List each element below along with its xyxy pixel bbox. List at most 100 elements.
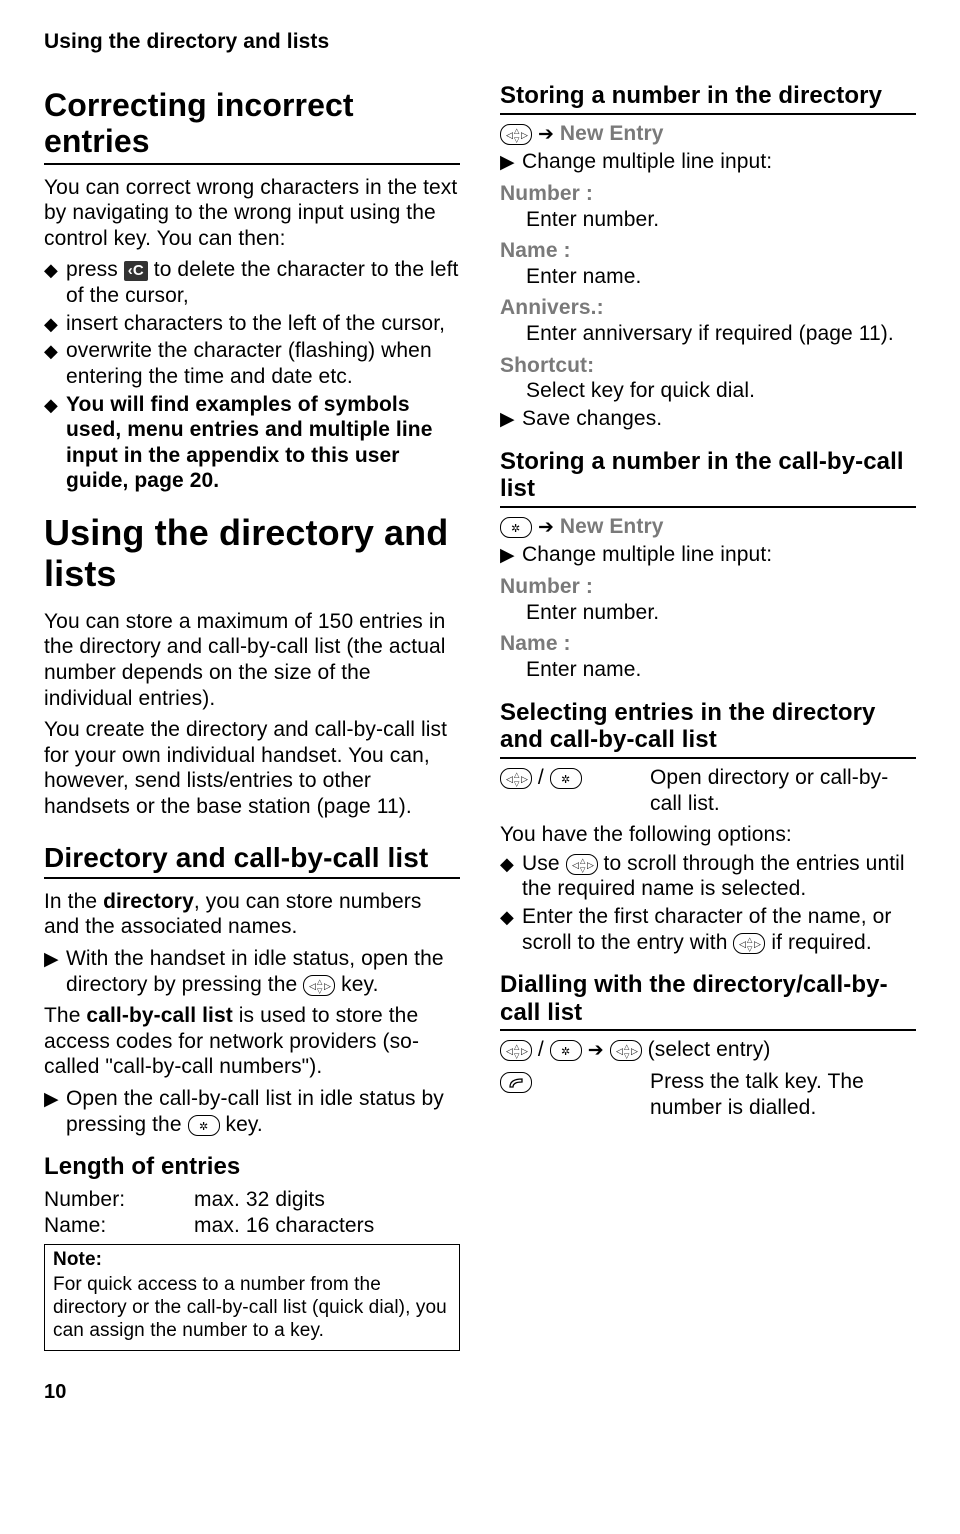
field-anniv-value: Enter anniversary if required (page 11).	[500, 321, 916, 347]
svg-text:✲: ✲	[199, 1121, 208, 1133]
field-name-value: Enter name.	[500, 264, 916, 290]
heading-store-cbc: Storing a number in the call-by-call lis…	[500, 448, 916, 508]
field-name-label: Name :	[500, 238, 916, 264]
length-name-value: max. 16 characters	[194, 1213, 460, 1239]
bullet-overwrite: overwrite the character (flashing) when …	[66, 338, 460, 389]
save-changes: Save changes.	[522, 406, 916, 432]
bullet-delete: press ‹C to delete the character to the …	[66, 257, 460, 308]
bullet-examples: You will find examples of symbols used, …	[66, 392, 460, 494]
field-name-value-cbc: Enter name.	[500, 657, 916, 683]
svg-text:△: △	[514, 128, 520, 135]
bullet-icon: ◆	[44, 338, 66, 389]
cbc-key-icon: ✲	[550, 1040, 582, 1061]
right-column: Storing a number in the directory ◁△▽▷ ➔…	[500, 82, 916, 1351]
svg-text:▷: ▷	[324, 981, 331, 991]
svg-text:◁: ◁	[572, 860, 579, 870]
svg-text:△: △	[514, 1044, 520, 1051]
svg-text:◁: ◁	[506, 774, 513, 784]
directory-desc: In the directory, you can store numbers …	[44, 889, 460, 940]
field-number-value: Enter number.	[500, 207, 916, 233]
select-first-char: Enter the first character of the name, o…	[522, 904, 916, 955]
cbc-key-icon: ✲	[500, 517, 532, 538]
select-key-combo: ◁△▽▷ / ✲	[500, 765, 650, 816]
field-anniv-label: Annivers.:	[500, 295, 916, 321]
svg-text:◁: ◁	[616, 1046, 623, 1056]
step-icon: ▶	[500, 149, 522, 175]
svg-text:▽: ▽	[747, 946, 753, 952]
svg-text:◁: ◁	[506, 130, 513, 140]
svg-text:◁: ◁	[506, 1046, 513, 1056]
running-head: Using the directory and lists	[44, 30, 916, 54]
bullet-insert: insert characters to the left of the cur…	[66, 311, 460, 337]
svg-text:△: △	[580, 858, 586, 865]
svg-text:✲: ✲	[561, 1046, 570, 1058]
svg-text:▷: ▷	[521, 774, 528, 784]
svg-text:▽: ▽	[580, 867, 586, 873]
step-icon: ▶	[44, 946, 66, 997]
cbc-key-icon: ✲	[188, 1115, 220, 1136]
cbc-key-icon: ✲	[550, 768, 582, 789]
store-max: You can store a maximum of 150 entries i…	[44, 609, 460, 711]
change-multi: Change multiple line input:	[522, 149, 916, 175]
length-number-value: max. 32 digits	[194, 1187, 460, 1213]
svg-text:◁: ◁	[739, 939, 746, 949]
create-lists: You create the directory and call-by-cal…	[44, 717, 460, 819]
svg-text:△: △	[624, 1044, 630, 1051]
field-shortcut-value: Select key for quick dial.	[500, 378, 916, 404]
arrow-icon: ➔	[538, 517, 554, 538]
svg-text:▽: ▽	[317, 988, 323, 994]
nav-key-icon: ◁△ ▽▷	[500, 124, 532, 145]
nav-key-icon: ◁△ ▽▷	[303, 975, 335, 996]
field-shortcut-label: Shortcut:	[500, 353, 916, 379]
svg-text:▷: ▷	[521, 130, 528, 140]
length-number-label: Number:	[44, 1187, 194, 1213]
nav-key-icon: ◁△ ▽▷	[610, 1040, 642, 1061]
open-cbc: Open the call-by-call list in idle statu…	[66, 1086, 460, 1137]
heading-selecting: Selecting entries in the directory and c…	[500, 699, 916, 759]
page-number: 10	[44, 1381, 916, 1404]
svg-text:▷: ▷	[587, 860, 594, 870]
field-number-label: Number :	[500, 181, 916, 207]
nav-key-icon: ◁△ ▽▷	[500, 1040, 532, 1061]
change-multi-cbc: Change multiple line input:	[522, 542, 916, 568]
svg-text:△: △	[317, 979, 323, 986]
svg-text:✲: ✲	[561, 774, 570, 786]
svg-text:✲: ✲	[511, 523, 520, 535]
bullet-icon: ◆	[44, 392, 66, 494]
correcting-intro: You can correct wrong characters in the …	[44, 175, 460, 252]
bullet-icon: ◆	[500, 904, 522, 955]
length-name-label: Name:	[44, 1213, 194, 1239]
step-icon: ▶	[44, 1086, 66, 1137]
open-directory: With the handset in idle status, open th…	[66, 946, 460, 997]
field-name-label-cbc: Name :	[500, 631, 916, 657]
arrow-icon: ➔	[588, 1040, 604, 1061]
svg-text:▽: ▽	[514, 781, 520, 787]
dial-sequence: ◁△▽▷ / ✲ ➔ ◁△▽▷ (select entry)	[500, 1037, 916, 1063]
bullet-icon: ◆	[44, 311, 66, 337]
select-options: You have the following options:	[500, 822, 916, 848]
field-number-value-cbc: Enter number.	[500, 600, 916, 626]
svg-text:▽: ▽	[514, 1053, 520, 1059]
bullet-icon: ◆	[44, 257, 66, 308]
svg-text:▷: ▷	[521, 1046, 528, 1056]
svg-text:△: △	[514, 772, 520, 779]
left-column: Correcting incorrect entries You can cor…	[44, 82, 460, 1351]
svg-text:▷: ▷	[631, 1046, 638, 1056]
nav-new-entry: ◁△▽▷ ➔ New Entry	[500, 121, 916, 147]
svg-text:◁: ◁	[309, 981, 316, 991]
note-heading: Note:	[53, 1249, 451, 1272]
bullet-icon: ◆	[500, 851, 522, 902]
note-body: For quick access to a number from the di…	[53, 1274, 451, 1342]
talk-key	[500, 1069, 650, 1120]
nav-key-icon: ◁△ ▽▷	[566, 854, 598, 875]
svg-text:▷: ▷	[754, 939, 761, 949]
svg-text:▽: ▽	[624, 1053, 630, 1059]
svg-text:▽: ▽	[514, 137, 520, 143]
select-scroll: Use ◁△▽▷ to scroll through the entries u…	[522, 851, 916, 902]
step-icon: ▶	[500, 406, 522, 432]
note-box: Note: For quick access to a number from …	[44, 1244, 460, 1351]
dial-talk: Press the talk key. The number is dialle…	[650, 1069, 916, 1120]
nav-key-icon: ◁△▽▷	[733, 933, 765, 954]
heading-using: Using the directory and lists	[44, 512, 460, 595]
field-number-label-cbc: Number :	[500, 574, 916, 600]
